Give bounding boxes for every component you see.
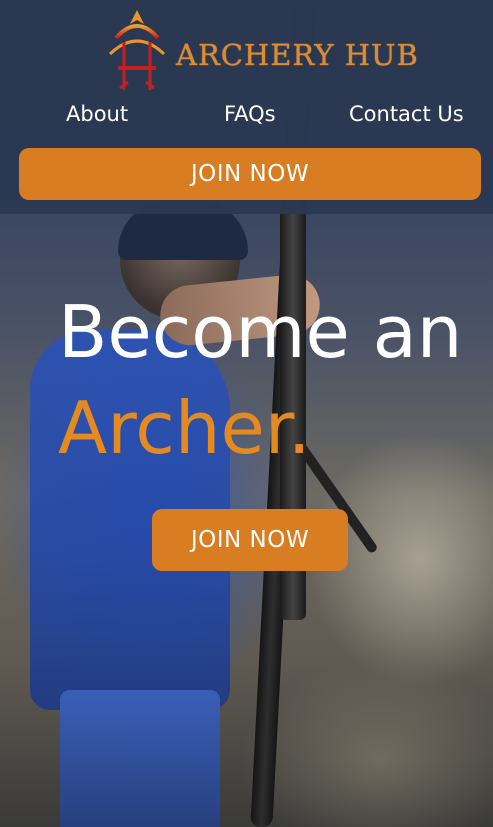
hero-title-line1: Become an (58, 290, 463, 374)
brand-name: ARCHERY HUB (176, 38, 419, 72)
hero-title-line2: Archer. (58, 386, 311, 470)
hero-join-now-button[interactable]: JOIN NOW (152, 509, 348, 571)
nav-item-faqs[interactable]: FAQs (224, 102, 276, 126)
main-nav: About FAQs Contact Us (0, 102, 493, 132)
site-header: ARCHERY HUB About FAQs Contact Us JOIN N… (0, 0, 493, 214)
hero-title: Become an Archer. (58, 284, 462, 476)
nav-item-contact-us[interactable]: Contact Us (349, 102, 464, 126)
bow-and-arrows-icon (108, 10, 166, 92)
brand-logo[interactable]: ARCHERY HUB (104, 8, 419, 94)
quiver (60, 690, 220, 827)
header-join-now-button[interactable]: JOIN NOW (19, 148, 481, 200)
nav-item-about[interactable]: About (66, 102, 128, 126)
